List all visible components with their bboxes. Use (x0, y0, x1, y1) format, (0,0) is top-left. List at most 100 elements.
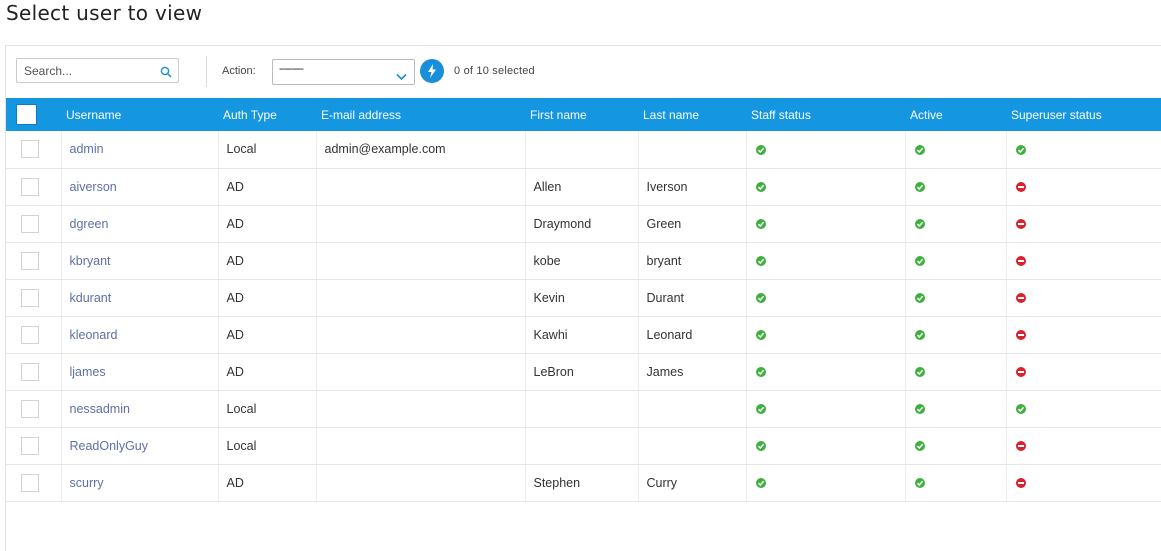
row-checkbox[interactable] (21, 214, 39, 233)
check-circle-icon (755, 330, 766, 341)
table-row: kdurant AD Kevin Durant (6, 279, 1161, 317)
column-header-last-name[interactable]: Last name (638, 98, 746, 131)
column-header-email[interactable]: E-mail address (316, 98, 525, 131)
check-circle-icon (755, 478, 766, 489)
check-circle-icon (755, 293, 766, 304)
row-select-cell (6, 131, 62, 169)
row-select-cell (6, 242, 62, 280)
row-checkbox[interactable] (21, 473, 39, 492)
table-body: admin Local admin@example.com aiverson AD All… (6, 131, 1161, 502)
username-link[interactable]: nessadmin (70, 402, 130, 416)
column-header-superuser-status[interactable]: Superuser status (1006, 98, 1161, 131)
username-link[interactable]: ReadOnlyGuy (70, 439, 149, 453)
username-link[interactable]: kleonard (70, 328, 118, 342)
username-link[interactable]: kdurant (70, 291, 112, 305)
auth-type-cell: AD (218, 279, 317, 317)
username-link[interactable]: admin (70, 142, 104, 156)
check-circle-icon (914, 330, 925, 341)
row-select-cell (6, 205, 62, 243)
minus-circle-icon (1015, 256, 1026, 267)
username-link[interactable]: ljames (70, 365, 106, 379)
row-select-cell (6, 353, 62, 391)
row-checkbox[interactable] (21, 325, 39, 344)
action-label: Action: (222, 65, 256, 77)
row-checkbox[interactable] (21, 436, 39, 455)
staff-status-cell (746, 205, 906, 243)
minus-circle-icon (1015, 219, 1026, 230)
username-link[interactable]: kbryant (70, 254, 111, 268)
column-header-username[interactable]: Username (61, 98, 218, 131)
superuser-status-cell (1006, 205, 1161, 243)
table-row: ljames AD LeBron James (6, 353, 1161, 391)
minus-circle-icon (1015, 293, 1026, 304)
first-name-cell (525, 390, 639, 428)
check-circle-icon (755, 404, 766, 415)
email-cell (316, 390, 526, 428)
search-icon[interactable] (160, 65, 172, 78)
first-name-cell (525, 427, 639, 465)
username-link[interactable]: aiverson (70, 180, 117, 194)
username-cell: kdurant (61, 279, 219, 317)
check-circle-icon (1015, 144, 1026, 155)
row-checkbox[interactable] (21, 362, 39, 381)
column-header-first-name[interactable]: First name (525, 98, 638, 131)
table-row: dgreen AD Draymond Green (6, 205, 1161, 243)
check-circle-icon (914, 441, 925, 452)
username-link[interactable]: dgreen (70, 217, 109, 231)
auth-type-cell: AD (218, 353, 317, 391)
superuser-status-cell (1006, 353, 1161, 391)
run-action-button[interactable] (420, 59, 444, 83)
username-cell: nessadmin (61, 390, 219, 428)
check-circle-icon (914, 256, 925, 267)
table-row: kbryant AD kobe bryant (6, 242, 1161, 280)
username-cell: ReadOnlyGuy (61, 427, 219, 465)
username-cell: dgreen (61, 205, 219, 243)
check-circle-icon (914, 182, 925, 193)
first-name-cell: kobe (525, 242, 639, 280)
first-name-cell: Draymond (525, 205, 639, 243)
row-checkbox[interactable] (21, 140, 39, 159)
username-link[interactable]: scurry (70, 476, 104, 490)
last-name-cell: Green (638, 205, 747, 243)
active-status-cell (905, 427, 1007, 465)
row-checkbox[interactable] (21, 177, 39, 196)
email-cell: admin@example.com (316, 131, 526, 169)
staff-status-cell (746, 464, 906, 502)
first-name-cell (525, 131, 639, 169)
row-select-cell (6, 427, 62, 465)
row-checkbox[interactable] (21, 399, 39, 418)
column-header-active[interactable]: Active (905, 98, 1006, 131)
search-box[interactable] (16, 58, 179, 83)
superuser-status-cell (1006, 464, 1161, 502)
column-header-auth-type[interactable]: Auth Type (218, 98, 316, 131)
last-name-cell (638, 427, 747, 465)
active-status-cell (905, 464, 1007, 502)
row-checkbox[interactable] (21, 251, 39, 270)
table-row: admin Local admin@example.com (6, 131, 1161, 169)
last-name-cell (638, 390, 747, 428)
superuser-status-cell (1006, 427, 1161, 465)
check-circle-icon (755, 367, 766, 378)
username-cell: kleonard (61, 316, 219, 354)
select-all-checkbox[interactable] (16, 104, 37, 125)
auth-type-cell: Local (218, 390, 317, 428)
action-select[interactable]: --------- (272, 59, 415, 85)
lightning-bolt-icon (428, 64, 436, 78)
row-select-cell (6, 316, 62, 354)
active-status-cell (905, 131, 1007, 169)
email-cell (316, 242, 526, 280)
minus-circle-icon (1015, 330, 1026, 341)
row-checkbox[interactable] (21, 288, 39, 307)
column-header-staff-status[interactable]: Staff status (746, 98, 905, 131)
username-cell: aiverson (61, 168, 219, 206)
check-circle-icon (1015, 404, 1026, 415)
select-all-cell (6, 98, 61, 131)
auth-type-cell: Local (218, 427, 317, 465)
first-name-cell: Allen (525, 168, 639, 206)
active-status-cell (905, 353, 1007, 391)
email-cell (316, 279, 526, 317)
staff-status-cell (746, 390, 906, 428)
selection-counter: 0 of 10 selected (454, 65, 535, 77)
search-input[interactable] (17, 59, 164, 82)
active-status-cell (905, 242, 1007, 280)
